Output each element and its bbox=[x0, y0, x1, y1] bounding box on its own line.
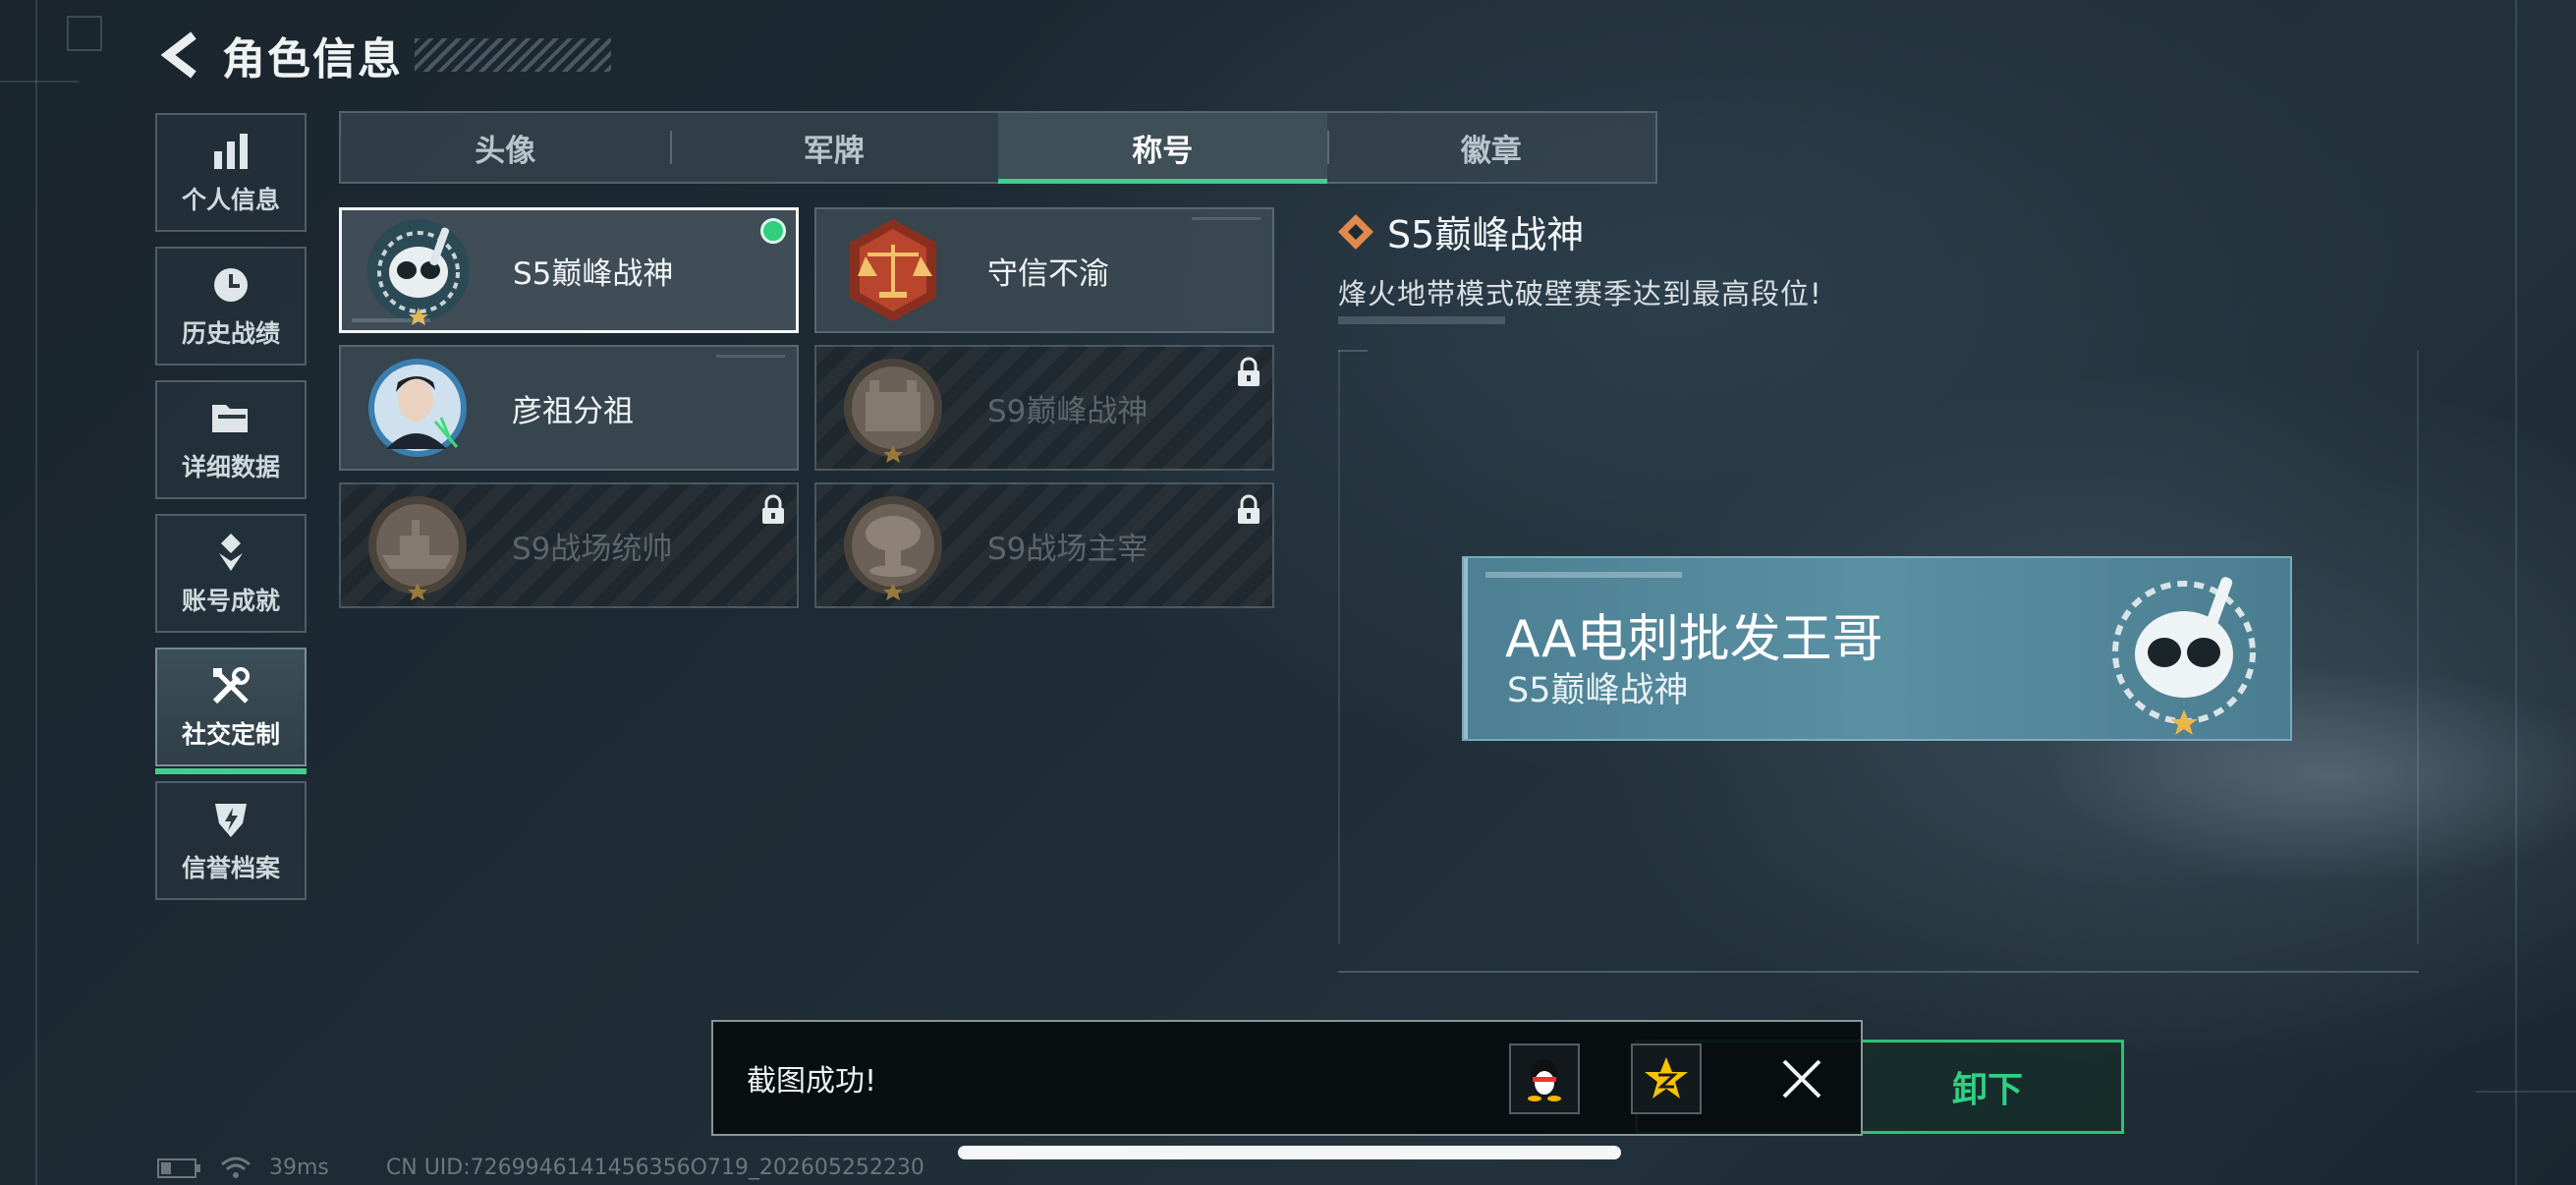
frame-line-bottom-right bbox=[2476, 1091, 2576, 1093]
folder-icon bbox=[209, 397, 252, 440]
home-indicator[interactable] bbox=[958, 1146, 1621, 1159]
tab-bar: 头像 军牌 称号 徽章 bbox=[339, 111, 1657, 184]
diving-mask-emblem-icon bbox=[364, 215, 474, 325]
nameplate-decoration bbox=[1485, 572, 1682, 578]
sidebar-item-details[interactable]: 详细数据 bbox=[155, 380, 307, 499]
battleship-emblem-icon bbox=[363, 490, 473, 600]
history-clock-icon bbox=[209, 263, 252, 307]
lock-icon bbox=[1238, 357, 1260, 386]
medal-icon bbox=[209, 531, 252, 574]
back-arrow-icon bbox=[160, 31, 196, 79]
frame-line-right bbox=[2515, 0, 2517, 1185]
share-qzone-button[interactable] bbox=[1631, 1044, 1702, 1114]
sidebar-item-label: 历史战绩 bbox=[181, 318, 280, 348]
title-card-trustworthy[interactable]: 守信不渝 bbox=[814, 207, 1274, 333]
card-decoration bbox=[352, 318, 430, 322]
share-qq-button[interactable] bbox=[1509, 1044, 1580, 1114]
title-card-label: S9巅峰战神 bbox=[987, 393, 1148, 429]
sidebar-item-label: 个人信息 bbox=[181, 185, 280, 214]
tab-badge[interactable]: 徽章 bbox=[1326, 113, 1656, 182]
frame-line-left bbox=[35, 0, 37, 1185]
sidebar-item-label: 账号成就 bbox=[181, 586, 280, 615]
sidebar-item-label: 详细数据 bbox=[181, 452, 280, 481]
title-card-label: 守信不渝 bbox=[987, 255, 1109, 292]
shield-bolt-icon bbox=[209, 798, 252, 841]
title-card-label: S5巅峰战神 bbox=[513, 255, 674, 292]
sidebar-item-achievements[interactable]: 账号成就 bbox=[155, 514, 307, 633]
wifi-icon bbox=[221, 1157, 251, 1178]
toast-close-button[interactable] bbox=[1774, 1051, 1829, 1106]
fortress-emblem-icon bbox=[838, 353, 948, 463]
status-bar: 39ms CN UID:7269946141456356O719_2026052… bbox=[157, 1156, 924, 1180]
corner-square bbox=[67, 16, 102, 51]
title-card-s5-peak[interactable]: S5巅峰战神 bbox=[339, 207, 799, 333]
lock-icon bbox=[762, 494, 784, 524]
back-button[interactable] bbox=[157, 29, 204, 81]
title-card-label: S9战场主宰 bbox=[987, 531, 1148, 567]
unequip-button-label: 卸下 bbox=[1951, 1070, 2023, 1110]
uid-text: CN UID:7269946141456356O719_202605252230 bbox=[385, 1156, 924, 1180]
title-card-label: S9战场统帅 bbox=[512, 531, 673, 567]
sidebar: 个人信息 历史战绩 详细数据 账号成就 社交定制 信誉档案 bbox=[155, 113, 307, 915]
tab-title[interactable]: 称号 bbox=[998, 113, 1327, 184]
sidebar-item-social[interactable]: 社交定制 bbox=[155, 648, 307, 774]
frame-line-top-left bbox=[0, 81, 79, 83]
nameplate-preview: AA电刺批发王哥 S5巅峰战神 bbox=[1462, 556, 2292, 741]
page-title: 角色信息 bbox=[222, 34, 403, 85]
ping-text: 39ms bbox=[269, 1156, 329, 1180]
card-decoration bbox=[1192, 217, 1260, 220]
title-card-yanzu[interactable]: 彦祖分祖 bbox=[339, 345, 799, 471]
lock-icon bbox=[1238, 494, 1260, 524]
title-card-s9-commander[interactable]: S9战场统帅 bbox=[339, 482, 799, 608]
equipped-indicator-dot bbox=[760, 218, 786, 244]
sidebar-item-history[interactable]: 历史战绩 bbox=[155, 247, 307, 366]
title-card-s9-peak[interactable]: S9巅峰战神 bbox=[814, 345, 1274, 471]
star-icon bbox=[1645, 1057, 1688, 1099]
card-decoration bbox=[716, 355, 785, 358]
title-card-label: 彦祖分祖 bbox=[512, 393, 634, 429]
toast-message: 截图成功! bbox=[747, 1064, 877, 1099]
preview-divider bbox=[1338, 971, 2419, 973]
portrait-emblem-icon bbox=[363, 353, 473, 463]
screenshot-toast: 截图成功! bbox=[711, 1020, 1863, 1136]
detail-title: S5巅峰战神 bbox=[1387, 213, 1585, 256]
detail-divider bbox=[1338, 316, 1505, 324]
battery-icon bbox=[157, 1157, 200, 1178]
detail-header: S5巅峰战神 bbox=[1336, 204, 1584, 258]
diamond-icon bbox=[1338, 213, 1373, 250]
close-icon bbox=[1782, 1059, 1821, 1099]
tab-dogtag[interactable]: 军牌 bbox=[669, 113, 999, 182]
player-name: AA电刺批发王哥 bbox=[1505, 610, 1883, 669]
sidebar-item-reputation[interactable]: 信誉档案 bbox=[155, 781, 307, 900]
header: 角色信息 bbox=[157, 26, 611, 85]
scales-emblem-icon bbox=[838, 215, 948, 325]
sidebar-item-label: 信誉档案 bbox=[181, 853, 280, 882]
preview-frame-corner bbox=[1338, 350, 1368, 352]
bar-chart-icon bbox=[209, 130, 252, 173]
detail-description: 烽火地带模式破壁赛季达到最高段位! bbox=[1338, 277, 1822, 310]
tab-avatar[interactable]: 头像 bbox=[341, 113, 670, 182]
diving-mask-emblem-icon bbox=[2112, 577, 2256, 735]
wrench-tools-icon bbox=[209, 664, 252, 707]
title-hatch-decoration bbox=[415, 38, 611, 72]
sidebar-item-profile[interactable]: 个人信息 bbox=[155, 113, 307, 232]
title-card-s9-dominator[interactable]: S9战场主宰 bbox=[814, 482, 1274, 608]
player-title: S5巅峰战神 bbox=[1507, 671, 1689, 710]
penguin-icon bbox=[1528, 1059, 1561, 1101]
mushroom-cloud-emblem-icon bbox=[838, 490, 948, 600]
sidebar-item-label: 社交定制 bbox=[181, 719, 280, 749]
